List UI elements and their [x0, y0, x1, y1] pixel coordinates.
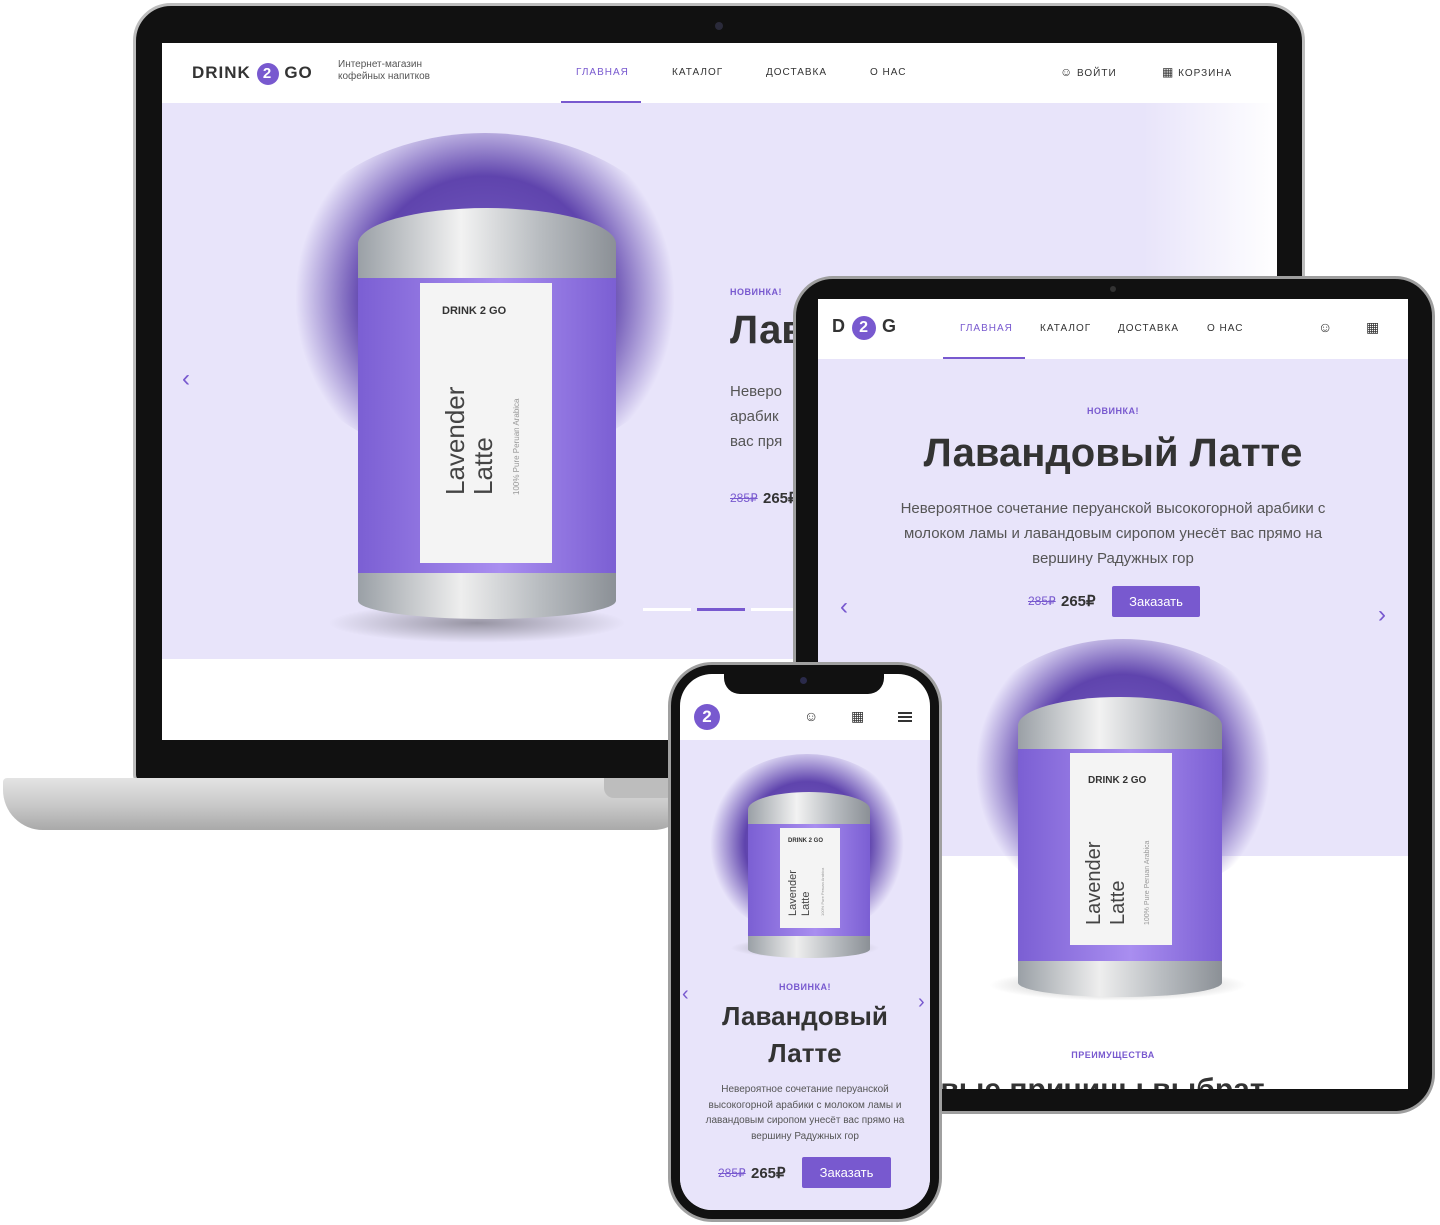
can-brand: DRINK 2 GO: [788, 838, 824, 844]
tablet-logo[interactable]: D 2 G: [832, 316, 897, 340]
can-subtitle: 100% Pure Peruan Arabica: [512, 398, 521, 495]
can-brand: DRINK 2 GO: [442, 305, 507, 317]
nav-home[interactable]: ГЛАВНАЯ: [576, 67, 629, 78]
can-name-line1: Lavender: [787, 870, 799, 916]
tablet-price-old: 285₽: [1028, 594, 1056, 608]
tablet-nav-delivery[interactable]: ДОСТАВКА: [1118, 323, 1179, 334]
nav-about[interactable]: О НАС: [870, 67, 906, 78]
hero-description: Неверо арабик вас пря: [730, 379, 782, 454]
can-name-line1: Lavender: [440, 386, 470, 495]
logo-letter-g: G: [882, 316, 898, 336]
price-old: 285₽: [730, 491, 758, 505]
basket-icon[interactable]: ▦: [1366, 319, 1379, 336]
phone-hero: DRINK 2 GO Lavender Latte 100% Pure Peru…: [680, 740, 930, 1210]
hero-new-label: НОВИНКА!: [730, 287, 782, 297]
logo-letter-d: D: [832, 316, 846, 336]
can-brand: DRINK 2 GO: [1088, 775, 1147, 786]
phone-hero-description: Невероятное сочетание перуанской высоког…: [705, 1084, 905, 1142]
login-link[interactable]: ☺ ВОЙТИ: [1060, 65, 1117, 79]
logo-word-go: GO: [284, 63, 313, 82]
advantages-title: овые причины выбрат: [922, 1073, 1265, 1089]
tablet-camera: [1110, 286, 1116, 292]
chevron-left-icon[interactable]: ‹: [840, 595, 848, 619]
tablet-order-button[interactable]: Заказать: [1112, 586, 1200, 617]
logo-two-icon: 2: [256, 63, 279, 85]
laptop-camera: [715, 22, 723, 30]
phone-price-new: 265₽: [751, 1165, 786, 1182]
user-icon: ☺: [1060, 65, 1074, 79]
phone-screen: 2 ☺ ▦ DRINK 2 GO Lavender Latte 100% Pur…: [680, 674, 930, 1210]
site-header: DRINK 2 GO Интернет-магазин кофейных нап…: [162, 43, 1277, 103]
phone-logo[interactable]: 2: [694, 704, 720, 730]
nav-delivery[interactable]: ДОСТАВКА: [766, 67, 827, 78]
site-logo[interactable]: DRINK 2 GO: [192, 63, 313, 85]
cart-label: КОРЗИНА: [1178, 68, 1233, 79]
phone-order-button[interactable]: Заказать: [802, 1157, 891, 1188]
can-bottom: [748, 936, 870, 958]
basket-icon: ▦: [1162, 65, 1175, 79]
tablet-nav-catalog[interactable]: КАТАЛОГ: [1040, 323, 1091, 334]
hero-desc-line: Неверо: [730, 383, 783, 400]
logo-word-drink: DRINK: [192, 63, 251, 82]
tablet-nav-home[interactable]: ГЛАВНАЯ: [960, 323, 1013, 334]
laptop-base: [3, 778, 693, 830]
slider-dot-1[interactable]: [643, 608, 691, 611]
site-tagline: Интернет-магазин кофейных напитков: [338, 59, 430, 82]
phone-new-label: НОВИНКА!: [779, 982, 831, 992]
user-icon[interactable]: ☺: [804, 708, 818, 724]
laptop-base-notch: [604, 778, 676, 798]
basket-icon[interactable]: ▦: [851, 708, 864, 725]
phone-hero-title-line1: Лавандовый: [722, 1001, 888, 1031]
can-name-line1: Lavender: [1083, 841, 1105, 925]
hero-desc-line: вас пря: [730, 433, 783, 450]
user-icon[interactable]: ☺: [1318, 319, 1332, 335]
can-subtitle: 100% Pure Peruan Arabica: [1144, 840, 1151, 925]
can-bottom: [1018, 961, 1222, 997]
tablet-price-new: 265₽: [1061, 593, 1096, 610]
slider-dot-3[interactable]: [751, 608, 799, 611]
logo-two-icon: 2: [694, 704, 720, 730]
phone-hero-title-line2: Латте: [768, 1038, 842, 1068]
tablet-nav-about[interactable]: О НАС: [1207, 323, 1243, 334]
menu-icon[interactable]: [898, 712, 912, 722]
tablet-new-label: НОВИНКА!: [1087, 406, 1139, 416]
phone-price-old: 285₽: [718, 1166, 746, 1180]
tablet-hero-description: Невероятное сочетание перуанской высоког…: [900, 500, 1326, 567]
can-bottom: [358, 573, 616, 619]
chevron-left-icon[interactable]: ‹: [182, 367, 190, 391]
phone-camera: [800, 677, 807, 684]
nav-catalog[interactable]: КАТАЛОГ: [672, 67, 723, 78]
logo-two-icon: 2: [852, 316, 877, 340]
can-name-line2: Latte: [468, 437, 498, 495]
tablet-hero-title: Лавандовый Латте: [923, 431, 1303, 475]
slider-dot-2[interactable]: [697, 608, 745, 611]
hero-desc-line: арабик: [730, 408, 779, 425]
login-label: ВОЙТИ: [1077, 68, 1117, 79]
cart-link[interactable]: ▦ КОРЗИНА: [1162, 65, 1232, 79]
can-name-line2: Latte: [800, 891, 812, 916]
chevron-right-icon[interactable]: ›: [1378, 603, 1386, 627]
can-name-line2: Latte: [1107, 880, 1129, 925]
can-subtitle: 100% Pure Peruan Arabica: [820, 867, 825, 916]
